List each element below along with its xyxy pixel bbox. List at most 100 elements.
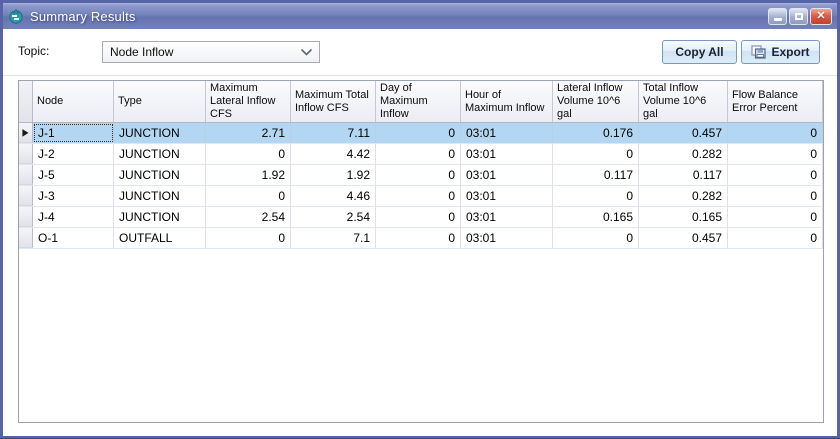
row-indicator[interactable] <box>19 165 33 185</box>
topic-dropdown-value: Node Inflow <box>110 45 174 59</box>
copy-all-label: Copy All <box>675 45 724 59</box>
table-cell[interactable]: 0 <box>553 228 639 248</box>
table-cell[interactable]: 0 <box>553 144 639 164</box>
table-cell[interactable]: J-4 <box>33 207 114 227</box>
table-cell[interactable]: 1.92 <box>206 165 291 185</box>
table-cell[interactable]: 2.71 <box>206 123 291 143</box>
table-row[interactable]: ▶ J-1 JUNCTION 2.71 7.11 0 03:01 0.176 0.457 0 <box>19 123 823 144</box>
table-cell[interactable]: 0.457 <box>639 228 728 248</box>
minimize-button[interactable] <box>768 7 787 25</box>
topic-label: Topic: <box>18 44 50 58</box>
table-cell[interactable]: 4.46 <box>291 186 376 206</box>
header-indicator-cell <box>19 81 33 122</box>
results-grid: Node Type Maximum Lateral Inflow CFS Maximu… <box>18 80 824 423</box>
grid-body: ▶ J-1 JUNCTION 2.71 7.11 0 03:01 0.176 0.457 0 J-2… <box>19 123 823 249</box>
minimize-icon <box>773 18 782 21</box>
table-cell[interactable]: 0 <box>376 186 461 206</box>
table-cell[interactable]: 0 <box>376 207 461 227</box>
column-header[interactable]: Lateral Inflow Volume 10^6 gal <box>553 81 639 122</box>
column-header[interactable]: Type <box>114 81 206 122</box>
table-cell[interactable]: JUNCTION <box>114 165 206 185</box>
export-label: Export <box>771 45 810 59</box>
table-cell[interactable]: JUNCTION <box>114 186 206 206</box>
selected-row-arrow-icon: ▶ <box>22 126 29 138</box>
close-icon: ✕ <box>816 9 826 22</box>
table-cell[interactable]: JUNCTION <box>114 144 206 164</box>
row-indicator[interactable] <box>19 228 33 248</box>
table-cell[interactable]: 0 <box>728 228 823 248</box>
table-cell[interactable]: 03:01 <box>461 144 553 164</box>
table-cell[interactable]: 0.117 <box>639 165 728 185</box>
toolbar: Topic: Node Inflow Copy All Export <box>3 29 837 76</box>
window-title: Summary Results <box>30 8 136 24</box>
copy-all-button[interactable]: Copy All <box>662 40 737 64</box>
close-button[interactable]: ✕ <box>810 7 832 25</box>
table-row[interactable]: J-3 JUNCTION 0 4.46 0 03:01 0 0.282 0 <box>19 186 823 207</box>
table-cell[interactable]: 4.42 <box>291 144 376 164</box>
column-header[interactable]: Flow Balance Error Percent <box>728 81 823 122</box>
table-cell[interactable]: 0.117 <box>553 165 639 185</box>
table-cell[interactable]: 0 <box>376 228 461 248</box>
maximize-button[interactable] <box>789 7 808 25</box>
table-cell[interactable]: 0.176 <box>553 123 639 143</box>
table-cell[interactable]: 0 <box>376 165 461 185</box>
export-icon <box>751 45 767 59</box>
table-cell[interactable]: 03:01 <box>461 186 553 206</box>
table-cell[interactable]: J-3 <box>33 186 114 206</box>
table-cell[interactable]: 0 <box>553 186 639 206</box>
table-cell[interactable]: J-2 <box>33 144 114 164</box>
export-button[interactable]: Export <box>741 40 820 64</box>
row-indicator[interactable] <box>19 144 33 164</box>
table-row[interactable]: J-4 JUNCTION 2.54 2.54 0 03:01 0.165 0.165 0 <box>19 207 823 228</box>
table-cell[interactable]: J-1 <box>33 123 114 143</box>
table-cell[interactable]: 0.165 <box>553 207 639 227</box>
title-bar[interactable]: Summary Results ✕ <box>3 3 837 29</box>
table-row[interactable]: J-5 JUNCTION 1.92 1.92 0 03:01 0.117 0.117 0 <box>19 165 823 186</box>
table-cell[interactable]: JUNCTION <box>114 207 206 227</box>
maximize-icon <box>794 12 803 20</box>
summary-results-window: Summary Results ✕ Topic: Node Inflow Cop… <box>0 0 840 439</box>
row-indicator[interactable] <box>19 186 33 206</box>
topic-dropdown[interactable]: Node Inflow <box>102 41 320 63</box>
table-cell[interactable]: 0 <box>206 144 291 164</box>
table-cell[interactable]: 0 <box>728 186 823 206</box>
table-cell[interactable]: 2.54 <box>206 207 291 227</box>
table-cell[interactable]: JUNCTION <box>114 123 206 143</box>
table-cell[interactable]: 03:01 <box>461 207 553 227</box>
table-row[interactable]: J-2 JUNCTION 0 4.42 0 03:01 0 0.282 0 <box>19 144 823 165</box>
table-cell[interactable]: 7.1 <box>291 228 376 248</box>
table-row[interactable]: O-1 OUTFALL 0 7.1 0 03:01 0 0.457 0 <box>19 228 823 249</box>
table-cell[interactable]: 03:01 <box>461 228 553 248</box>
column-header[interactable]: Hour of Maximum Inflow <box>461 81 553 122</box>
column-header[interactable]: Total Inflow Volume 10^6 gal <box>639 81 728 122</box>
table-cell[interactable]: 0.282 <box>639 186 728 206</box>
row-indicator[interactable]: ▶ <box>19 123 33 143</box>
table-cell[interactable]: 0.165 <box>639 207 728 227</box>
table-cell[interactable]: 03:01 <box>461 165 553 185</box>
chevron-down-icon <box>301 48 312 56</box>
table-cell[interactable]: 0 <box>728 165 823 185</box>
row-indicator[interactable] <box>19 207 33 227</box>
table-cell[interactable]: 2.54 <box>291 207 376 227</box>
table-cell[interactable]: 0 <box>206 228 291 248</box>
table-cell[interactable]: O-1 <box>33 228 114 248</box>
table-cell[interactable]: 0 <box>728 123 823 143</box>
table-cell[interactable]: 7.11 <box>291 123 376 143</box>
column-header[interactable]: Day of Maximum Inflow <box>376 81 461 122</box>
column-header[interactable]: Maximum Lateral Inflow CFS <box>206 81 291 122</box>
grid-header: Node Type Maximum Lateral Inflow CFS Maximu… <box>19 81 823 123</box>
table-cell[interactable]: 0 <box>376 144 461 164</box>
column-header[interactable]: Maximum Total Inflow CFS <box>291 81 376 122</box>
table-cell[interactable]: 03:01 <box>461 123 553 143</box>
column-header[interactable]: Node <box>33 81 114 122</box>
table-cell[interactable]: J-5 <box>33 165 114 185</box>
table-cell[interactable]: 0 <box>206 186 291 206</box>
table-cell[interactable]: 0.457 <box>639 123 728 143</box>
table-cell[interactable]: 0 <box>376 123 461 143</box>
table-cell[interactable]: OUTFALL <box>114 228 206 248</box>
table-cell[interactable]: 0 <box>728 207 823 227</box>
table-cell[interactable]: 0 <box>728 144 823 164</box>
window-icon <box>9 8 23 24</box>
table-cell[interactable]: 0.282 <box>639 144 728 164</box>
table-cell[interactable]: 1.92 <box>291 165 376 185</box>
